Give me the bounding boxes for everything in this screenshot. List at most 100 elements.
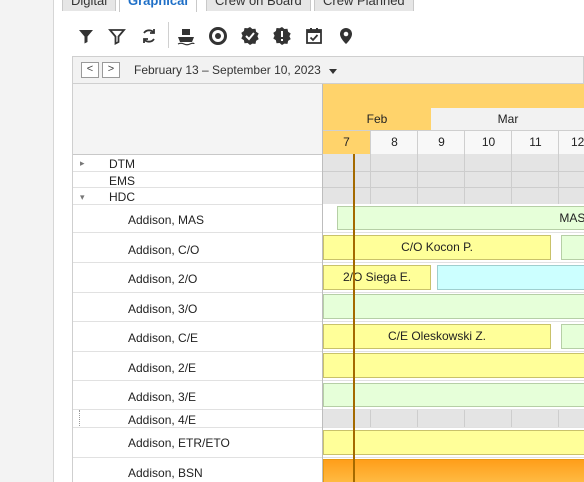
day-label: 10 <box>481 135 496 149</box>
row-divider <box>73 380 323 381</box>
row-divider <box>73 351 323 352</box>
group-rows-band <box>323 154 584 204</box>
expand-dtm-icon[interactable]: ▸ <box>80 158 85 169</box>
assignment-bar-co-next[interactable] <box>561 235 584 260</box>
row-divider <box>323 457 584 458</box>
group-row-label[interactable]: HDC <box>109 190 135 204</box>
row-divider <box>73 427 323 428</box>
day-header-cell: 12 <box>558 131 584 154</box>
crew-row-label[interactable]: Addison, C/O <box>128 243 199 257</box>
chevron-down-icon[interactable] <box>329 69 337 74</box>
row-divider <box>73 321 323 322</box>
day-gridline <box>464 154 465 204</box>
day-label: 12 <box>571 135 584 149</box>
gantt-timeline: Feb Mar 7 8 9 10 11 12 MAS Z C/O Kocon P… <box>322 84 584 482</box>
prev-period-button[interactable]: < <box>81 62 99 78</box>
day-gridline <box>417 154 418 204</box>
tab-crew-planned[interactable]: Crew Planned <box>314 0 414 11</box>
day-header-cell: 7 <box>323 131 370 154</box>
calendar-check-icon[interactable] <box>304 26 324 46</box>
assignment-bar-etr[interactable] <box>323 430 584 455</box>
month-label: Mar <box>497 112 519 126</box>
day-label: 8 <box>391 135 398 149</box>
month-header-feb: Feb <box>323 108 432 130</box>
day-gridline <box>417 410 418 427</box>
date-range-bar: < > February 13 – September 10, 2023 <box>72 56 584 84</box>
day-gridline <box>370 154 371 204</box>
map-pin-icon[interactable] <box>336 26 356 46</box>
assignment-bar-ce[interactable]: C/E Oleskowski Z. <box>323 324 551 349</box>
assignment-bar-bsn[interactable] <box>323 459 584 482</box>
day-header-cell: 11 <box>511 131 559 154</box>
row-divider <box>323 187 584 188</box>
day-gridline <box>558 154 559 204</box>
collapse-hdc-icon[interactable]: ▾ <box>80 192 85 203</box>
row-divider <box>323 351 584 352</box>
crew-row-label[interactable]: Addison, 2/O <box>128 272 197 286</box>
row-divider <box>73 262 323 263</box>
empty-row-band <box>323 410 584 427</box>
month-label: Feb <box>366 112 388 126</box>
assignment-bar-2o[interactable]: 2/O Siega E. <box>323 265 431 290</box>
row-divider <box>323 321 584 322</box>
lifebuoy-icon[interactable] <box>208 26 228 46</box>
toolbar-separator <box>168 22 169 48</box>
assignment-bar-ce-next[interactable] <box>561 324 584 349</box>
ship-icon[interactable] <box>176 26 196 46</box>
day-label: 11 <box>529 135 542 149</box>
resource-grid: ▸ DTM EMS ▾ HDC Addison, MAS Addison, C/… <box>72 84 323 482</box>
tab-crew-on-board[interactable]: Crew on Board <box>206 0 311 11</box>
filter-outline-icon[interactable] <box>107 26 127 46</box>
day-gridline <box>511 154 512 204</box>
filter-icon[interactable] <box>76 26 96 46</box>
month-header-mar: Mar <box>431 108 584 130</box>
assignment-bar-mas[interactable]: MAS Z <box>337 206 584 230</box>
tab-digital[interactable]: Digital <box>62 0 117 11</box>
row-divider <box>73 292 323 293</box>
crew-row-label[interactable]: Addison, 3/O <box>128 302 197 316</box>
row-divider <box>73 457 323 458</box>
day-gridline <box>558 410 559 427</box>
row-divider <box>323 292 584 293</box>
drag-handle[interactable] <box>79 410 81 426</box>
day-header-cell: 9 <box>417 131 465 154</box>
crew-row-label[interactable]: Addison, MAS <box>128 213 204 227</box>
row-divider <box>73 204 323 205</box>
row-divider <box>323 232 584 233</box>
day-gridline <box>511 410 512 427</box>
left-panel-strip <box>0 0 54 482</box>
assignment-bar-2o-next[interactable] <box>437 265 584 290</box>
alert-badge-icon[interactable] <box>272 26 292 46</box>
row-divider <box>73 187 323 188</box>
assignment-bar-3e[interactable] <box>323 383 584 407</box>
next-period-button[interactable]: > <box>102 62 120 78</box>
assignment-bar-label: MAS Z <box>559 211 584 225</box>
assignment-bar-co[interactable]: C/O Kocon P. <box>323 235 551 260</box>
assignment-bar-3o[interactable] <box>323 294 584 319</box>
view-tabs: Digital Graphical Crew on Board Crew Pla… <box>58 0 584 13</box>
crew-row-label[interactable]: Addison, C/E <box>128 331 198 345</box>
day-label: 9 <box>438 135 445 149</box>
check-badge-icon[interactable] <box>240 26 260 46</box>
row-divider <box>73 409 323 410</box>
crew-row-label[interactable]: Addison, 2/E <box>128 361 196 375</box>
group-row-label[interactable]: EMS <box>109 174 135 188</box>
day-label: 7 <box>343 135 350 149</box>
toolbar <box>62 12 584 56</box>
refresh-icon[interactable] <box>139 26 159 46</box>
date-range-label[interactable]: February 13 – September 10, 2023 <box>134 63 321 77</box>
assignment-bar-label: C/O Kocon P. <box>401 240 473 254</box>
row-divider <box>73 171 323 172</box>
row-divider <box>323 262 584 263</box>
group-row-label[interactable]: DTM <box>109 157 135 171</box>
row-divider <box>323 427 584 428</box>
row-divider <box>323 171 584 172</box>
assignment-bar-label: C/E Oleskowski Z. <box>387 329 486 343</box>
crew-row-label[interactable]: Addison, ETR/ETO <box>128 436 230 450</box>
timeline-accent-band <box>323 84 584 108</box>
assignment-bar-2e[interactable] <box>323 353 584 378</box>
crew-row-label[interactable]: Addison, 3/E <box>128 390 196 404</box>
crew-row-label[interactable]: Addison, BSN <box>128 466 203 480</box>
day-gridline <box>370 410 371 427</box>
crew-row-label[interactable]: Addison, 4/E <box>128 413 196 427</box>
